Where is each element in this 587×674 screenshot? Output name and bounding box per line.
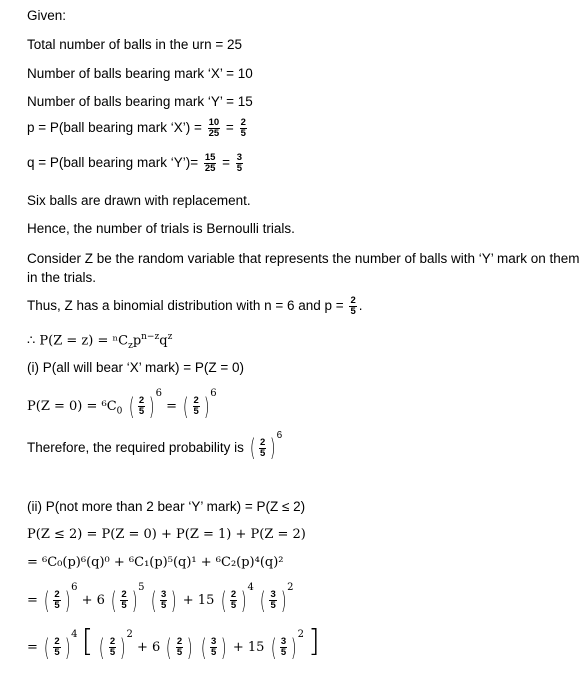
paren-fraction: (2 5)	[183, 392, 210, 421]
part2-title: (ii) P(not more than 2 bear ‘Y’ mark) = …	[27, 499, 306, 514]
plus-6: + 6	[81, 593, 105, 608]
exponent: 6	[155, 388, 162, 399]
binomial-label: Thus, Z has a binomial distribution with…	[27, 298, 348, 314]
exponent: 5	[138, 582, 145, 593]
fraction-10-25: 10 25	[207, 118, 221, 139]
denominator: 5	[260, 447, 266, 459]
denominator: 5	[236, 163, 243, 174]
paren-fraction: (2 5)	[249, 434, 276, 463]
denominator: 5	[240, 128, 246, 139]
pmf-p: p	[132, 333, 142, 349]
pmf-formula: ∴ P(Z = z) = ⁿCzpn−zqz	[27, 332, 172, 351]
bernoulli-text: Hence, the number of trials is Bernoulli…	[27, 221, 295, 236]
result-label: Therefore, the required probability is	[27, 440, 248, 455]
denominator: 5	[138, 406, 145, 417]
equals: =	[161, 399, 182, 414]
left-bracket: [	[81, 624, 94, 659]
fraction-15-25: 15 25	[203, 153, 217, 174]
denominator: 5	[270, 600, 276, 611]
random-variable-text: Consider Z be the random variable that r…	[27, 251, 580, 285]
part2-line4: = (2 5) 4 [ (2 5) 2 + 6 (2 5) (3 5) + 15 (3 5) 2…	[27, 624, 320, 662]
exponent: 4	[247, 582, 254, 593]
exponent: 2	[126, 629, 133, 640]
exponent: 4	[71, 629, 78, 640]
balls-y: Number of balls bearing mark ‘Y’ = 15	[27, 94, 253, 109]
denominator: 5	[160, 600, 167, 611]
denominator: 5	[193, 406, 199, 417]
six-balls-text: Six balls are drawn with replacement.	[27, 193, 251, 208]
q-definition: q = P(ball bearing mark ‘Y’)= 15 25 = 35	[27, 153, 245, 174]
denominator: 25	[208, 128, 220, 139]
part2-sum: P(Z ≤ 2) = P(Z = 0) + P(Z = 1) + P(Z = 2…	[27, 527, 306, 542]
p-lhs: p = P(ball bearing mark ‘X’) =	[27, 120, 206, 136]
p-definition: p = P(ball bearing mark ‘X’) = 10 25 = 25	[27, 118, 249, 139]
pmf-exp-q: z	[167, 332, 173, 342]
denominator: 5	[54, 647, 60, 658]
denominator: 25	[204, 163, 216, 174]
sub-0: 0	[116, 406, 123, 417]
part2-line3: = (2 5) 6 + 6 (2 5) 5 (3 5) + 15 (2 5) 4 (3 5) 2	[27, 582, 294, 615]
part1-lhs: P(Z = 0) = ⁶C	[27, 399, 117, 414]
exponent: 6	[276, 430, 283, 441]
given-label: Given:	[27, 8, 67, 23]
fraction-2-5: 25	[349, 296, 357, 317]
plus-15: + 15	[182, 593, 215, 608]
q-lhs: q = P(ball bearing mark ‘Y’)=	[27, 155, 202, 171]
part1-equation: P(Z = 0) = ⁶C0 (2 5) 6 = (2 5) 6	[27, 388, 217, 419]
balls-x: Number of balls bearing mark ‘X’ = 10	[27, 66, 253, 81]
pmf-q: q	[159, 333, 168, 349]
exponent: 6	[210, 388, 217, 399]
equals: =	[218, 155, 234, 171]
part1-result: Therefore, the required probability is (…	[27, 430, 282, 460]
denominator: 5	[350, 306, 356, 317]
exponent: 2	[297, 629, 304, 640]
denominator: 5	[211, 647, 217, 658]
part2-expand: = ⁶C₀(p)⁶(q)⁰ + ⁶C₁(p)⁵(q)¹ + ⁶C₂(p)⁴(q)…	[27, 555, 284, 570]
denominator: 5	[280, 647, 287, 658]
binomial-text: Thus, Z has a binomial distribution with…	[27, 296, 363, 317]
total-balls: Total number of balls in the urn = 25	[27, 37, 243, 52]
equals: =	[27, 640, 43, 655]
pmf-exp-p: n−z	[141, 332, 160, 342]
pmf-lhs: ∴ P(Z = z) = ⁿC	[27, 333, 129, 349]
denominator: 5	[109, 647, 116, 658]
part1-title: (i) P(all will bear ‘X’ mark) = P(Z = 0)	[27, 360, 245, 375]
denominator: 5	[121, 600, 127, 611]
denominator: 5	[54, 600, 60, 611]
equals: =	[27, 593, 43, 608]
exponent: 6	[71, 582, 78, 593]
equals: =	[222, 120, 238, 136]
denominator: 5	[230, 600, 237, 611]
period: .	[358, 298, 363, 314]
fraction-3-5: 35	[235, 153, 244, 174]
fraction-2-5: 25	[239, 118, 247, 139]
plus-6: + 6	[137, 640, 161, 655]
exponent: 2	[287, 582, 294, 593]
denominator: 5	[176, 647, 183, 658]
right-bracket: ]	[308, 624, 320, 659]
paren-fraction: (2 5)	[128, 392, 155, 421]
plus-15: + 15	[232, 640, 265, 655]
